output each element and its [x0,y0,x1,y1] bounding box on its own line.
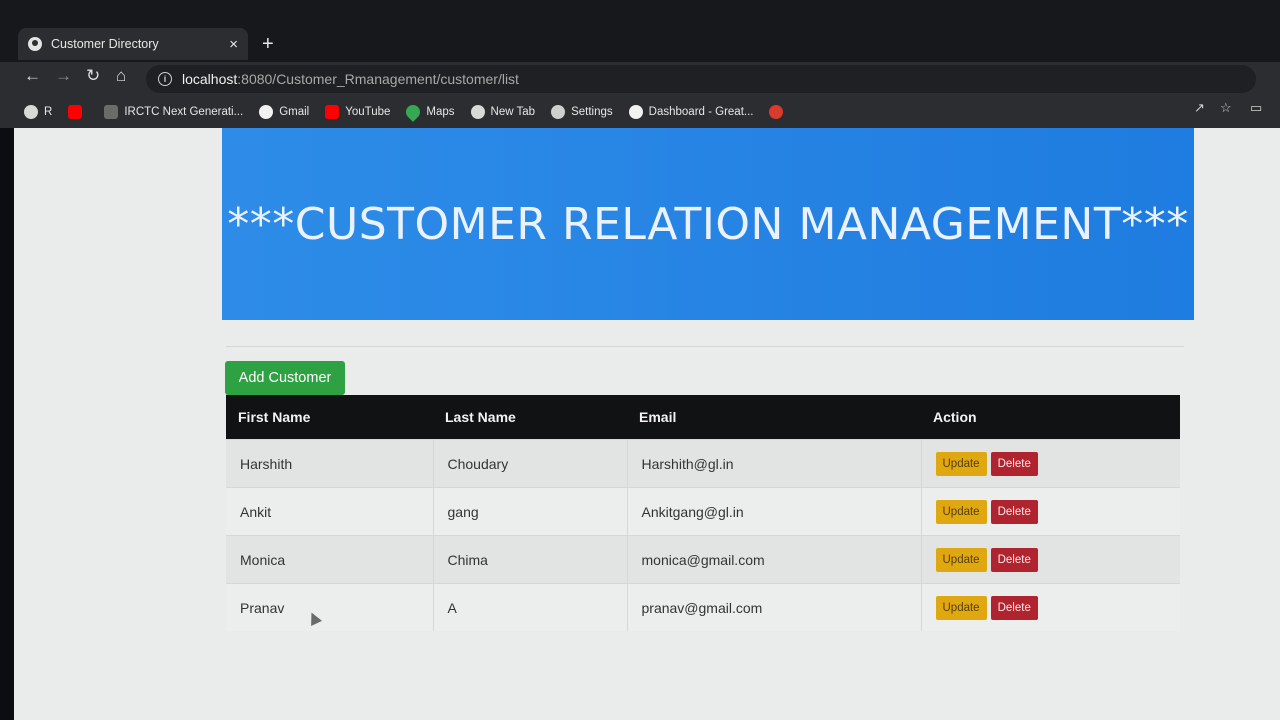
cell-last-name: A [433,583,628,631]
delete-button[interactable]: Delete [990,547,1038,572]
gear-icon [551,105,566,119]
globe-icon [28,37,42,51]
cell-last-name: Choudary [433,439,628,488]
table-row: Ankit gang Ankitgang@gl.in Update Delete [226,487,1180,536]
page-title: ***CUSTOMER RELATION MANAGEMENT*** [227,198,1189,250]
add-customer-button[interactable]: Add Customer [225,361,345,395]
bookmark-dashboard[interactable]: Dashboard - Great... [628,105,753,119]
table-row: Pranav A pranav@gmail.com Update Delete [226,583,1180,631]
page-content: ***CUSTOMER RELATION MANAGEMENT*** Add C… [14,128,1280,720]
table-row: Monica Chima monica@gmail.com Update Dele… [226,535,1180,584]
customer-table: First Name Last Name Email Action Harshi… [226,395,1180,631]
bookmark-maps[interactable]: Maps [403,102,455,122]
browser-chrome: Customer Directory × + ← → ↻ ⌂ i localho… [0,0,1280,130]
cell-last-name: gang [433,487,628,536]
cell-email: pranav@gmail.com [627,583,922,631]
bookmark-settings[interactable]: Settings [551,105,613,119]
cell-first-name: Harshith [226,439,434,488]
share-icon[interactable]: ↗ [1194,100,1205,116]
cell-email: Harshith@gl.in [627,439,922,488]
header-banner: ***CUSTOMER RELATION MANAGEMENT*** [222,128,1194,320]
site-info-icon[interactable]: i [158,72,172,86]
close-tab-icon[interactable]: × [229,36,238,53]
cell-first-name: Pranav [226,583,434,631]
tab-title: Customer Directory [51,37,159,51]
header-email: Email [627,395,921,440]
table-header-row: First Name Last Name Email Action [226,395,1180,440]
forward-arrow-icon[interactable]: → [55,66,72,86]
back-arrow-icon[interactable]: ← [24,66,41,86]
youtube-icon [325,105,340,119]
maps-icon [403,102,424,122]
red-circle-icon [769,105,784,119]
bookmark-new-tab[interactable]: New Tab [470,105,535,119]
header-action: Action [921,395,1180,440]
url-text: localhost:8080/Customer_Rmanagement/cust… [182,71,519,87]
bookmark-irctc[interactable]: IRCTC Next Generati... [104,105,243,119]
cell-action: Update Delete [921,535,1180,584]
address-bar[interactable]: i localhost:8080/Customer_Rmanagement/cu… [146,65,1256,93]
cell-email: Ankitgang@gl.in [627,487,922,536]
navigation-bar: ← → ↻ ⌂ i localhost:8080/Customer_Rmanag… [0,62,1280,96]
cell-action: Update Delete [921,583,1180,631]
youtube-icon [68,105,83,119]
bookmark-r[interactable]: R [24,105,52,119]
new-tab-button[interactable]: + [262,33,274,56]
table-row: Harshith Choudary Harshith@gl.in Update D… [226,439,1180,488]
google-icon [259,105,274,119]
star-icon[interactable]: ☆ [1220,100,1232,116]
sidebar-icon[interactable]: ▭ [1250,100,1262,116]
bookmarks-bar: R IRCTC Next Generati... Gmail YouTube M… [0,96,1280,128]
delete-button[interactable]: Delete [990,451,1038,476]
header-last-name: Last Name [433,395,627,440]
cell-first-name: Ankit [226,487,434,536]
bookmark-youtube[interactable]: YouTube [325,105,390,119]
delete-button[interactable]: Delete [990,595,1038,620]
cell-email: monica@gmail.com [627,535,922,584]
home-icon[interactable]: ⌂ [116,66,126,86]
reload-icon[interactable]: ↻ [86,66,100,86]
delete-button[interactable]: Delete [990,499,1038,524]
update-button[interactable]: Update [935,451,987,476]
bookmark-gmail[interactable]: Gmail [259,105,309,119]
cell-first-name: Monica [226,535,434,584]
bookmark-youtube-short[interactable] [68,105,88,119]
update-button[interactable]: Update [935,499,987,524]
irctc-icon [104,105,119,119]
bookmark-red[interactable] [769,105,789,119]
header-first-name: First Name [226,395,433,440]
cell-last-name: Chima [433,535,628,584]
browser-tab[interactable]: Customer Directory × [18,28,248,60]
divider [226,346,1184,347]
globe-icon [24,105,38,119]
update-button[interactable]: Update [935,595,987,620]
screen-bezel [0,128,14,720]
update-button[interactable]: Update [935,547,987,572]
cell-action: Update Delete [921,439,1180,488]
globe-icon [470,105,485,119]
cell-action: Update Delete [921,487,1180,536]
google-icon [628,105,643,119]
